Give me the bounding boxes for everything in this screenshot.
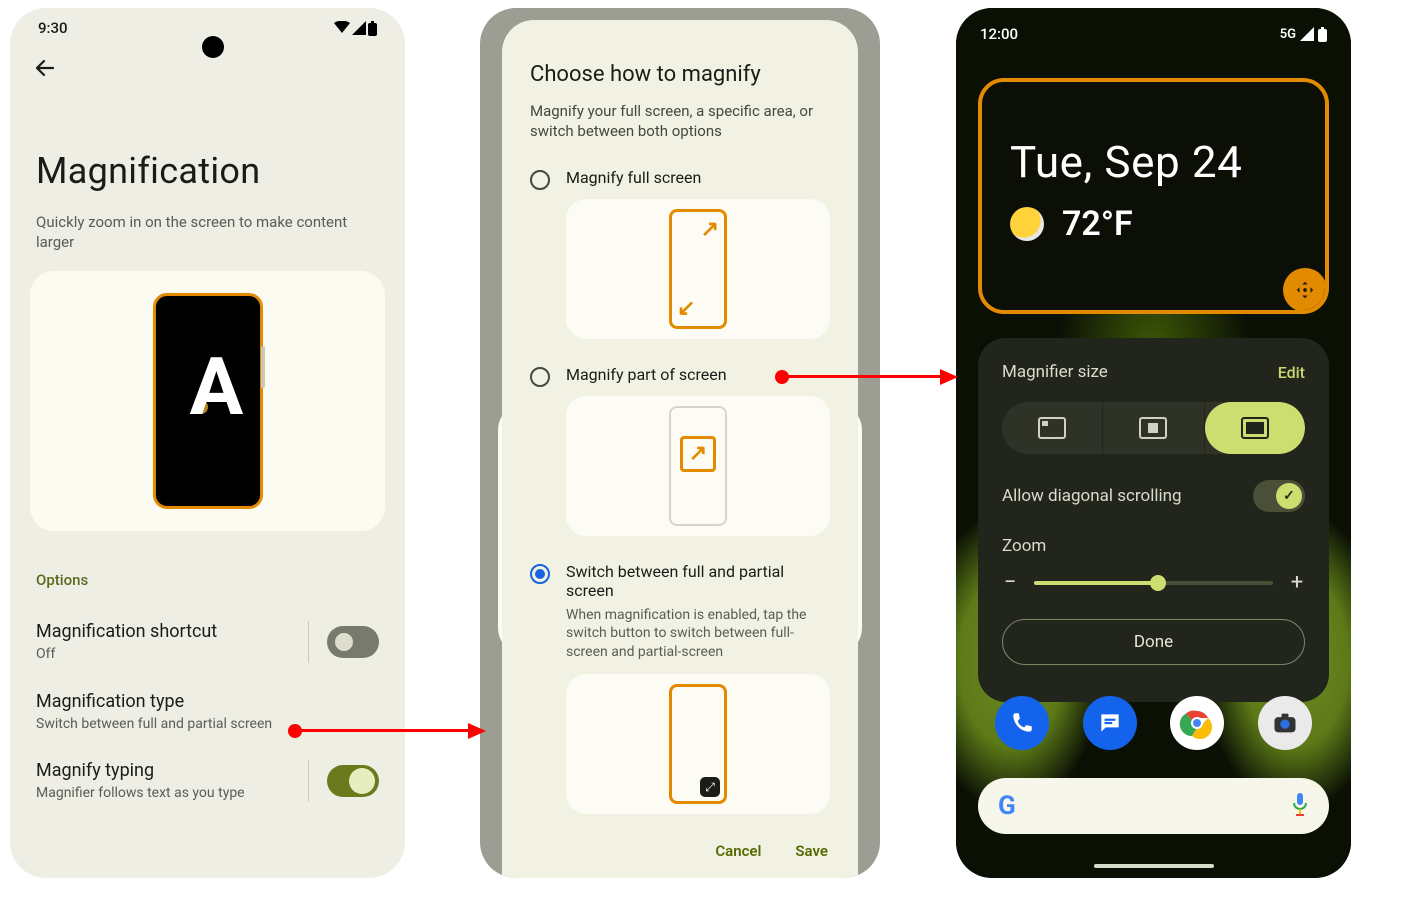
status-bar: 12:00 5G — [956, 22, 1351, 46]
options-label: Options — [36, 571, 405, 589]
widget-weather: 72°F — [1010, 204, 1133, 244]
status-time: 9:30 — [38, 19, 68, 37]
type-title: Magnification type — [36, 691, 379, 712]
back-button[interactable] — [24, 48, 64, 88]
typing-switch[interactable] — [327, 765, 379, 797]
edit-button[interactable]: Edit — [1278, 363, 1305, 382]
option-full-illustration: ↗↙ — [566, 199, 830, 339]
magnification-preview: A — [30, 271, 385, 531]
page-title: Magnification — [36, 150, 405, 192]
widget-temperature: 72°F — [1062, 204, 1133, 244]
google-logo-icon: G — [998, 791, 1016, 821]
option-part-screen[interactable]: Magnify part of screen ↗ — [530, 365, 830, 536]
magnification-type-row[interactable]: Magnification type Switch between full a… — [10, 677, 405, 746]
page-subtitle: Quickly zoom in on the screen to make co… — [36, 212, 379, 253]
magnifier-drag-handle[interactable] — [1283, 268, 1327, 312]
dialog-title: Choose how to magnify — [530, 62, 830, 87]
option-part-label: Magnify part of screen — [566, 365, 830, 384]
zoom-slider[interactable] — [1034, 581, 1273, 585]
dialog-subtitle: Magnify your full screen, a specific are… — [530, 101, 830, 142]
zoom-out-button[interactable]: − — [1002, 570, 1018, 595]
dialog-sheet: Choose how to magnify Magnify your full … — [502, 20, 858, 878]
gesture-nav-bar[interactable] — [1094, 864, 1214, 868]
arrow-left-icon — [33, 57, 55, 79]
choose-magnify-screen: Choose how to magnify Magnify your full … — [480, 8, 880, 878]
chrome-icon — [1177, 703, 1217, 743]
shortcut-title: Magnification shortcut — [36, 621, 290, 642]
size-small-button[interactable] — [1002, 402, 1102, 454]
search-bar[interactable]: G — [978, 778, 1329, 834]
home-magnifier-screen: 12:00 5G Tue, Sep 24 72°F Magnifier size… — [956, 8, 1351, 878]
shortcut-sub: Off — [36, 646, 290, 662]
status-time: 12:00 — [980, 25, 1018, 43]
app-dock — [978, 696, 1329, 750]
battery-icon — [1318, 27, 1327, 42]
status-network: 5G — [1280, 27, 1296, 42]
typing-title: Magnify typing — [36, 760, 290, 781]
typing-sub: Magnifier follows text as you type — [36, 785, 290, 801]
widget-date: Tue, Sep 24 — [1010, 136, 1243, 188]
expand-icon: ⤢ — [700, 777, 720, 797]
option-full-screen[interactable]: Magnify full screen ↗↙ — [530, 168, 830, 339]
signal-icon — [1300, 27, 1314, 41]
phone-app-icon[interactable] — [995, 696, 1049, 750]
move-icon — [1294, 279, 1316, 301]
diagonal-scroll-label: Allow diagonal scrolling — [1002, 486, 1182, 506]
radio-part[interactable] — [530, 367, 550, 387]
magnifier-panel: Magnifier size Edit Allow diagonal scrol… — [978, 338, 1329, 702]
shortcut-switch[interactable] — [327, 626, 379, 658]
zoom-in-button[interactable]: + — [1289, 570, 1305, 595]
magnification-shortcut-row[interactable]: Magnification shortcut Off — [10, 607, 405, 677]
magnifier-viewport[interactable]: Tue, Sep 24 72°F — [978, 78, 1329, 314]
divider — [308, 760, 309, 802]
size-large-icon — [1241, 417, 1269, 439]
magnification-settings-screen: 9:30 Magnification Quickly zoom in on th… — [10, 8, 405, 878]
option-full-label: Magnify full screen — [566, 168, 830, 187]
zoom-label: Zoom — [1002, 536, 1305, 556]
signal-icon — [352, 21, 366, 35]
messages-icon — [1097, 710, 1123, 736]
status-icons: 5G — [1280, 27, 1327, 42]
battery-icon — [368, 21, 377, 36]
size-large-button[interactable] — [1205, 402, 1305, 454]
option-part-illustration: ↗ — [566, 396, 830, 536]
option-switch-sub: When magnification is enabled, tap the s… — [566, 606, 830, 663]
camera-icon — [1271, 709, 1299, 737]
preview-phone-icon: A — [153, 293, 263, 509]
phone-part-icon: ↗ — [669, 406, 727, 526]
option-switch[interactable]: Switch between full and partial screen W… — [530, 562, 830, 815]
size-pill-group — [1002, 402, 1305, 454]
divider — [308, 621, 309, 663]
wifi-icon — [334, 21, 350, 35]
option-switch-illustration: ⤢ — [566, 674, 830, 814]
mic-icon[interactable] — [1291, 792, 1309, 821]
phone-icon — [1009, 710, 1035, 736]
diagonal-scroll-switch[interactable]: ✓ — [1253, 480, 1305, 512]
status-icons — [334, 21, 377, 36]
sun-cloud-icon — [1010, 207, 1044, 241]
radio-full[interactable] — [530, 170, 550, 190]
camera-app-icon[interactable] — [1258, 696, 1312, 750]
radio-switch[interactable] — [530, 564, 550, 584]
camera-cutout — [202, 36, 224, 58]
save-button[interactable]: Save — [795, 842, 828, 860]
messages-app-icon[interactable] — [1083, 696, 1137, 750]
phone-full-icon: ↗↙ — [669, 209, 727, 329]
magnifier-size-label: Magnifier size — [1002, 362, 1108, 382]
magnify-typing-row[interactable]: Magnify typing Magnifier follows text as… — [10, 746, 405, 816]
phone-switch-icon: ⤢ — [669, 684, 727, 804]
chrome-app-icon[interactable] — [1170, 696, 1224, 750]
done-button[interactable]: Done — [1002, 619, 1305, 665]
size-medium-button[interactable] — [1102, 402, 1204, 454]
size-small-icon — [1038, 417, 1066, 439]
cancel-button[interactable]: Cancel — [715, 842, 761, 860]
option-switch-label: Switch between full and partial screen — [566, 562, 830, 600]
size-medium-icon — [1139, 417, 1167, 439]
